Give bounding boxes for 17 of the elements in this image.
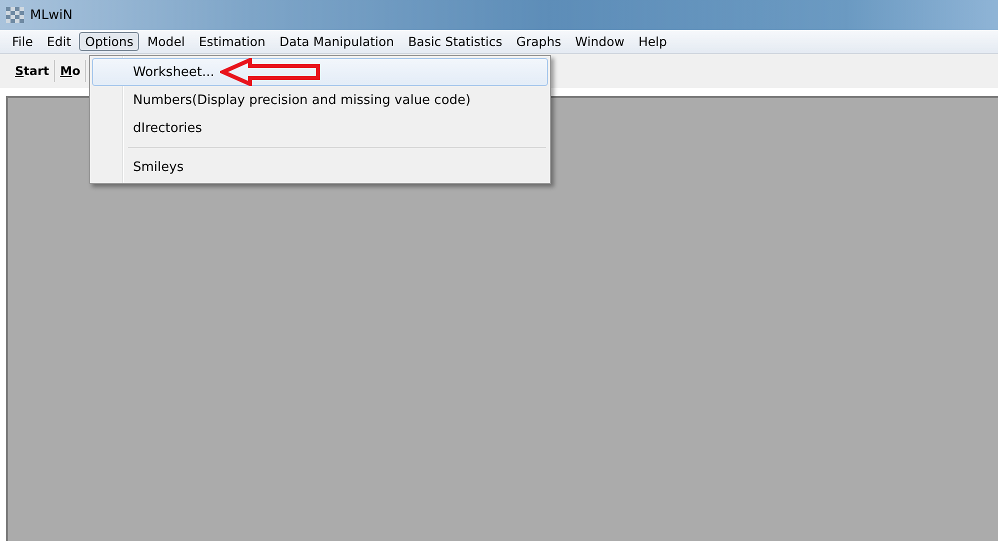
menu-option[interactable]: Smileys (92, 153, 548, 181)
menu-item[interactable]: Basic Statistics (402, 32, 508, 51)
menu-item[interactable]: Data Manipulation (273, 32, 400, 51)
menu-option[interactable]: Numbers(Display precision and missing value code) (92, 86, 548, 114)
menu-item[interactable]: Estimation (192, 32, 272, 51)
menu-item[interactable]: File (6, 32, 39, 51)
menu-option[interactable]: dIrectories (92, 114, 548, 142)
arrow-icon (220, 58, 322, 86)
menu-item[interactable]: Window (569, 32, 630, 51)
menu-item[interactable]: Edit (40, 32, 78, 51)
menu-item[interactable]: Graphs (510, 32, 568, 51)
menu-item[interactable]: Options (79, 32, 140, 51)
menu-item[interactable]: Help (632, 32, 673, 51)
menu-option[interactable]: Worksheet... (92, 58, 548, 86)
app-icon (6, 7, 24, 23)
menu-item[interactable]: Model (141, 32, 191, 51)
window-title: MLwiN (30, 8, 72, 22)
